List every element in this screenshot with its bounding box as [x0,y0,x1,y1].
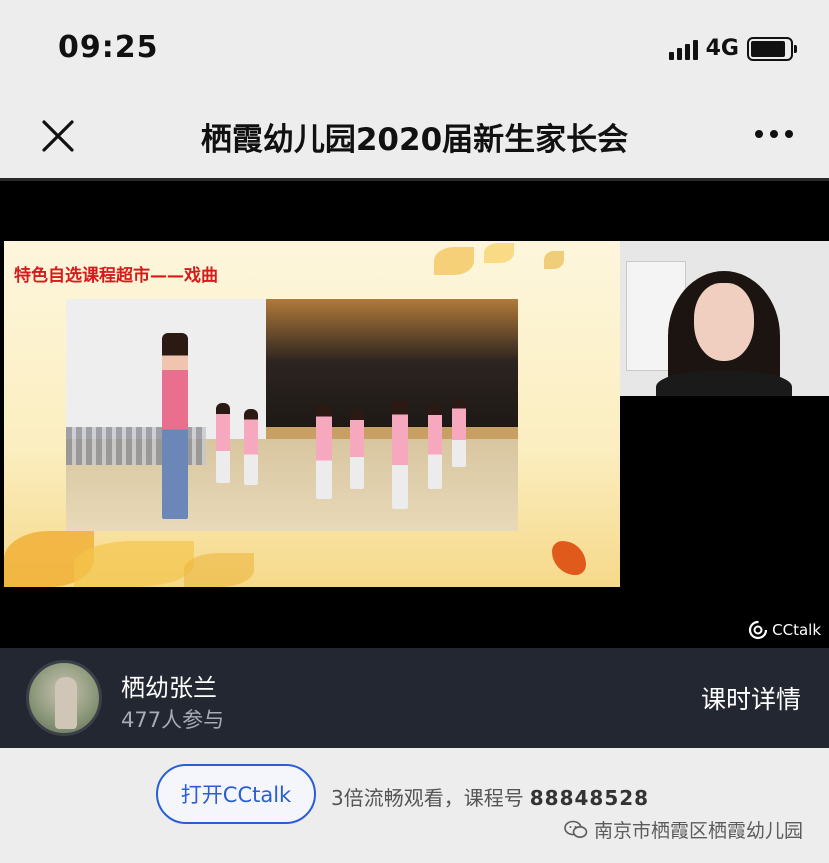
course-number: 88848528 [529,786,650,810]
battery-icon [747,36,797,61]
webcam-face [694,283,754,361]
open-cctalk-button[interactable]: 打开CCtalk [156,764,316,824]
participant-count: 477人参与 [121,708,225,732]
decorative-leaf [544,251,564,269]
cctalk-brand: CCtalk [772,621,821,639]
course-details-button[interactable]: 课时详情 [701,680,801,716]
dancer-figure [428,403,442,489]
source-watermark: 南京市栖霞区栖霞幼儿园 [564,816,803,843]
battery-level [751,40,786,57]
video-player[interactable]: 特色自选课程超市——戏曲 CCtalk [0,178,829,648]
nav-bar: 栖霞幼儿园2020届新生家长会 [0,100,829,178]
status-indicators: 4G [668,36,797,61]
more-dot [770,130,778,138]
avatar-figure [55,677,77,729]
status-bar: 09:25 4G [0,0,829,100]
wechat-icon [564,820,588,838]
teacher-webcam [620,241,829,396]
close-button[interactable] [36,114,80,158]
signal-icon [668,38,698,60]
cctalk-logo: CCtalk [748,620,821,640]
host-bar: 栖幼张兰 477人参与 课时详情 [0,648,829,748]
avatar[interactable] [26,660,102,736]
bottom-bar: 打开CCtalk 3倍流畅观看，课程号 88848528 南京市栖霞区栖霞幼儿园 [0,748,829,863]
decorative-leaf [184,553,254,587]
dancer-figure [350,409,364,489]
dancer-figure [216,403,230,483]
dancer-figure [244,409,258,485]
close-icon [42,120,74,152]
more-dot [785,130,793,138]
presentation-slide: 特色自选课程超市——戏曲 [4,241,620,587]
maple-leaf-decoration [552,541,586,575]
decorative-leaf [434,247,474,275]
host-name: 栖幼张兰 [121,674,217,702]
status-time: 09:25 [58,30,159,65]
decorative-leaf [74,541,194,587]
dancer-figure [452,399,466,467]
watermark-text: 南京市栖霞区栖霞幼儿园 [593,820,803,842]
more-dot [755,130,763,138]
slide-video-frame [66,299,518,531]
dancer-figure [162,333,188,519]
network-type: 4G [705,36,739,61]
page-title: 栖霞幼儿园2020届新生家长会 [200,122,629,158]
dancer-figure [316,403,332,499]
promo-label: 3倍流畅观看，课程号 [331,786,524,810]
dancer-figure [392,399,408,509]
cctalk-icon [749,620,768,640]
slide-title: 特色自选课程超市——戏曲 [14,266,218,286]
decorative-leaf [484,243,514,263]
more-button[interactable] [755,122,793,146]
promo-text: 3倍流畅观看，课程号 88848528 [331,782,649,811]
webcam-body [656,371,792,396]
